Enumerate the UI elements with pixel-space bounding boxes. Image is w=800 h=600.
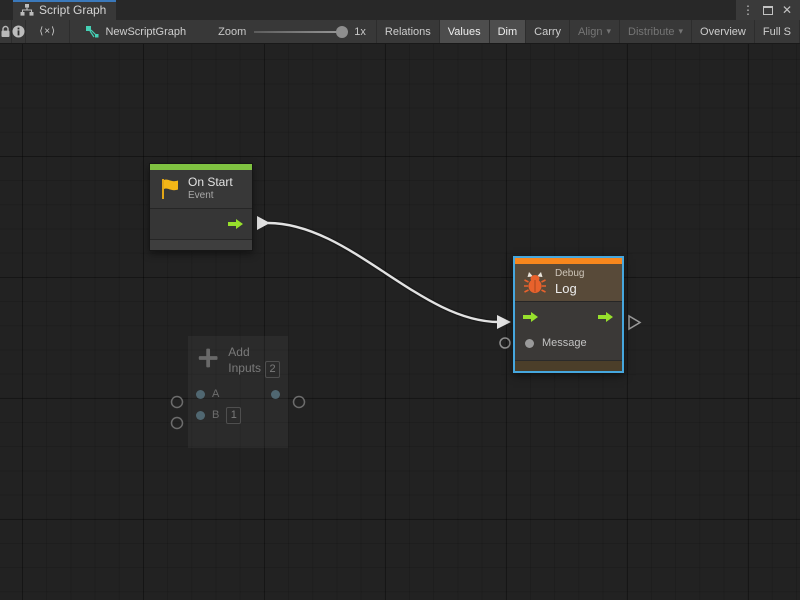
wire-layer	[0, 44, 800, 600]
zoom-control: Zoom 1x	[200, 20, 376, 43]
bug-icon	[523, 270, 547, 295]
add-header: Add Inputs 2	[188, 336, 288, 384]
maximize-icon[interactable]	[763, 6, 773, 15]
on-start-trigger-row	[150, 209, 252, 239]
toggle-overview-label: Overview	[700, 26, 746, 38]
debug-footer	[515, 360, 622, 371]
graph-name-item[interactable]: NewScriptGraph	[70, 20, 200, 43]
toggle-fullscreen[interactable]: Full S	[755, 20, 800, 43]
graph-toolbar: ⟨×⟩ NewScriptGraph Zoom 1x Relations Val…	[0, 20, 800, 44]
graph-canvas[interactable]: On Start Event	[0, 44, 800, 600]
port-b-label: B	[212, 409, 219, 421]
debug-title: Log	[555, 281, 584, 297]
debug-header: Debug Log	[515, 264, 622, 301]
port-a-input[interactable]	[196, 390, 205, 399]
more-menu-icon[interactable]: ⋮	[742, 4, 754, 16]
toggle-overview[interactable]: Overview	[692, 20, 755, 43]
toggle-values[interactable]: Values	[440, 20, 490, 43]
debug-message-row: Message	[515, 332, 622, 355]
info-button[interactable]	[12, 20, 26, 43]
add-a-external-port[interactable]	[172, 397, 183, 408]
dropdown-align-label: Align	[578, 26, 602, 38]
port-b-input[interactable]	[196, 411, 205, 420]
zoom-label: Zoom	[218, 26, 246, 38]
active-tab-highlight	[13, 0, 116, 2]
tab-label: Script Graph	[39, 3, 106, 17]
tab-bar: Script Graph ⋮ ✕	[0, 0, 800, 20]
add-port-row-a: A	[188, 384, 288, 405]
toggle-relations[interactable]: Relations	[376, 20, 440, 43]
chevron-down-icon: ▾	[607, 26, 612, 37]
flow-output-arrow-icon[interactable]	[598, 311, 614, 323]
flow-output-arrow-icon[interactable]	[228, 218, 244, 230]
zoom-slider-handle[interactable]	[336, 26, 348, 38]
zoom-value: 1x	[354, 26, 366, 38]
port-a-label: A	[212, 388, 219, 400]
connection-wire-halo	[268, 223, 499, 322]
message-input-port[interactable]	[525, 339, 534, 348]
node-add[interactable]: Add Inputs 2 A B 1	[188, 336, 288, 448]
toggle-carry[interactable]: Carry	[526, 20, 570, 43]
connection-wire[interactable]	[268, 223, 499, 322]
script-graph-icon	[86, 26, 99, 38]
plus-icon	[196, 345, 220, 371]
wire-start-arrow[interactable]	[257, 216, 270, 230]
zoom-slider[interactable]	[254, 31, 346, 33]
on-start-footer	[150, 239, 252, 250]
dropdown-distribute-label: Distribute	[628, 26, 674, 38]
dropdown-align[interactable]: Align ▾	[570, 20, 620, 43]
toggle-fullscreen-label: Full S	[763, 26, 791, 38]
debug-message-external-port[interactable]	[500, 338, 510, 348]
toggle-dim[interactable]: Dim	[490, 20, 527, 43]
script-graph-window: Script Graph ⋮ ✕ ⟨×⟩	[0, 0, 800, 600]
on-start-subtitle: Event	[188, 190, 233, 203]
debug-subtitle: Debug	[555, 268, 584, 281]
graph-hierarchy-icon	[20, 4, 34, 16]
code-preview-button[interactable]: ⟨×⟩	[26, 20, 70, 43]
add-output-external-port[interactable]	[294, 397, 305, 408]
toggle-dim-label: Dim	[498, 26, 518, 38]
toggle-relations-label: Relations	[385, 26, 431, 38]
flag-icon	[158, 177, 180, 201]
node-debug-log[interactable]: Debug Log Message	[513, 256, 624, 373]
node-on-start[interactable]: On Start Event	[149, 163, 253, 251]
debug-exit-external-port[interactable]	[629, 316, 640, 329]
on-start-header: On Start Event	[150, 170, 252, 208]
graph-name-label: NewScriptGraph	[105, 26, 186, 38]
add-output-port[interactable]	[271, 390, 280, 399]
flow-input-arrow-icon[interactable]	[523, 311, 539, 323]
chevron-down-icon: ▾	[679, 26, 684, 37]
window-controls: ⋮ ✕	[736, 0, 800, 20]
close-icon[interactable]: ✕	[782, 4, 792, 16]
add-title-line1: Add	[228, 345, 280, 361]
dropdown-distribute[interactable]: Distribute ▾	[620, 20, 692, 43]
tab-script-graph[interactable]: Script Graph	[13, 0, 116, 20]
port-b-value-field[interactable]: 1	[226, 407, 241, 424]
code-icon: ⟨×⟩	[39, 26, 56, 37]
wire-end-arrow[interactable]	[497, 315, 511, 329]
add-node-content: Add Inputs 2 A B 1	[188, 336, 288, 426]
info-icon	[12, 25, 25, 38]
add-title-line2: Inputs	[228, 361, 261, 377]
lock-icon	[0, 25, 11, 38]
add-b-external-port[interactable]	[172, 418, 183, 429]
debug-flow-row	[515, 302, 622, 332]
toggle-values-label: Values	[448, 26, 481, 38]
add-port-row-b: B 1	[188, 405, 288, 426]
lock-button[interactable]	[0, 20, 12, 43]
add-input-count-field[interactable]: 2	[265, 361, 280, 378]
on-start-title: On Start	[188, 175, 233, 190]
toggle-carry-label: Carry	[534, 26, 561, 38]
message-label: Message	[542, 337, 587, 349]
